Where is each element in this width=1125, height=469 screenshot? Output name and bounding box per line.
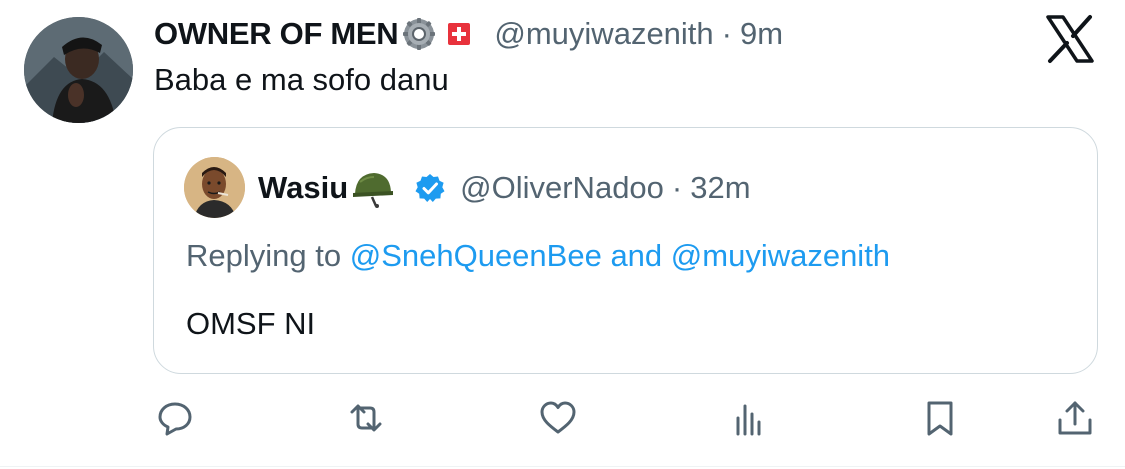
quoted-author-display-name[interactable]: Wasiu: [258, 170, 348, 206]
mention-link-sneh[interactable]: @SnehQueenBee: [350, 238, 602, 273]
action-bar: [0, 396, 1125, 446]
tweet: OWNER OF MEN @muyiwazenith · 9m Baba e m…: [0, 0, 1125, 469]
swiss-flag-icon: [448, 23, 471, 45]
quoted-post-time[interactable]: 32m: [690, 170, 750, 206]
repost-button[interactable]: [344, 396, 388, 440]
separator-dot: ·: [721, 16, 732, 51]
bookmark-button[interactable]: [918, 396, 962, 440]
post-time[interactable]: 9m: [740, 16, 783, 52]
bookmark-icon: [927, 401, 953, 436]
replying-to-prefix: Replying to: [186, 238, 350, 273]
gear-icon: [402, 17, 436, 51]
share-icon: [1058, 401, 1092, 435]
author-display-name[interactable]: OWNER OF MEN: [154, 16, 399, 52]
views-button[interactable]: [727, 396, 771, 440]
author-avatar[interactable]: [24, 17, 133, 123]
share-button[interactable]: [1053, 396, 1097, 440]
replying-to-line: Replying to @SnehQueenBee and @muyiwazen…: [186, 238, 890, 274]
heart-icon: [540, 401, 576, 434]
quoted-author-handle[interactable]: @OliverNadoo: [460, 170, 664, 206]
avatar-photo: [24, 17, 133, 123]
author-handle[interactable]: @muyiwazenith: [494, 16, 713, 52]
quoted-author-avatar[interactable]: [184, 157, 245, 218]
views-chart-icon: [736, 404, 761, 436]
quoted-post-header: Wasiu @OliverNadoo · 32m: [258, 167, 751, 209]
quoted-post-text: OMSF NI: [186, 306, 316, 341]
quoted-post-card[interactable]: Wasiu @OliverNadoo · 32m Replying to @Sn…: [153, 127, 1098, 374]
reply-button[interactable]: [153, 396, 197, 440]
divider: [0, 466, 1125, 467]
mention-link-muyiwa[interactable]: @muyiwazenith: [671, 238, 890, 273]
like-button[interactable]: [536, 396, 580, 440]
quoted-avatar-illustration: [184, 157, 245, 218]
repost-icon: [350, 404, 382, 432]
post-header: OWNER OF MEN @muyiwazenith · 9m: [154, 14, 783, 54]
replying-conjunction: and: [601, 238, 671, 273]
quoted-separator-dot: ·: [671, 170, 683, 205]
post-text: Baba e ma sofo danu: [154, 62, 449, 97]
x-logo-icon: [1045, 14, 1095, 64]
comment-icon: [158, 402, 192, 436]
verified-badge-icon: [414, 172, 446, 204]
military-helmet-icon: [350, 168, 394, 208]
